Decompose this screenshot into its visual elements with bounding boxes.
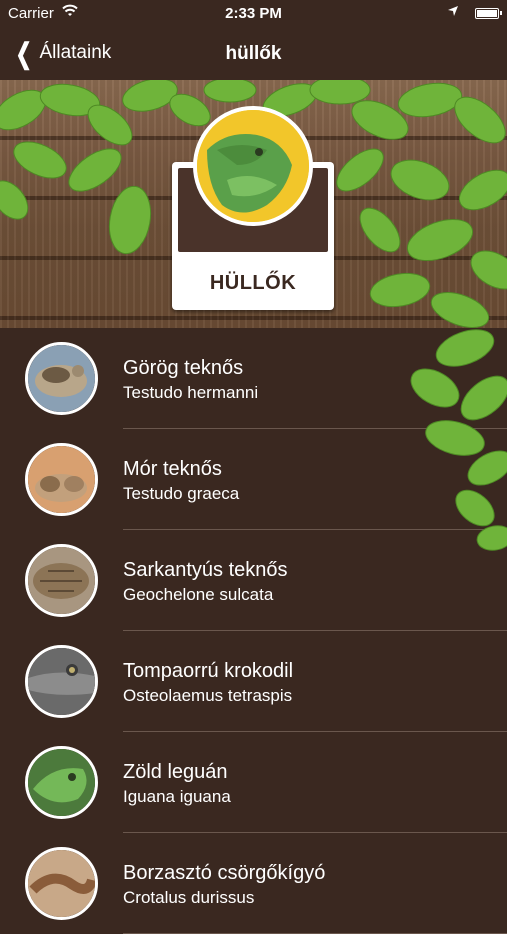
list-item[interactable]: Borzasztó csörgőkígyó Crotalus durissus — [0, 833, 507, 934]
animal-latin-name: Osteolaemus tetraspis — [123, 686, 293, 705]
page-title: hüllők — [225, 43, 282, 64]
animal-name: Görög teknős — [123, 357, 244, 379]
animal-name: Sarkantyús teknős — [123, 559, 288, 581]
animal-thumbnail — [25, 342, 98, 415]
location-icon — [447, 4, 459, 21]
iguana-photo — [193, 106, 313, 226]
list-item[interactable]: Görög teknős Testudo hermanni — [0, 328, 507, 429]
list-item[interactable]: Mór teknős Testudo graeca — [0, 429, 507, 530]
animal-name: Zöld leguán — [123, 761, 228, 783]
animal-latin-name: Crotalus durissus — [123, 888, 255, 907]
clock: 2:33 PM — [225, 5, 282, 22]
animal-name: Tompaorrú krokodil — [123, 660, 294, 682]
animal-thumbnail — [25, 443, 98, 516]
badge-title: HÜLLŐK — [209, 272, 297, 294]
animal-thumbnail — [25, 544, 98, 617]
animal-latin-name: Geochelone sulcata — [123, 585, 274, 604]
animal-list: Görög teknős Testudo hermanni Mór teknős… — [0, 328, 507, 934]
list-item[interactable]: Zöld leguán Iguana iguana — [0, 732, 507, 833]
list-item[interactable]: Sarkantyús teknős Geochelone sulcata — [0, 530, 507, 631]
animal-latin-name: Iguana iguana — [123, 787, 231, 806]
navigation-bar: ❮ Állataink hüllők — [0, 28, 507, 80]
animal-thumbnail — [25, 645, 98, 718]
animal-thumbnail — [25, 847, 98, 920]
animal-name: Mór teknős — [123, 458, 222, 480]
status-bar: Carrier 2:33 PM — [0, 0, 507, 28]
animal-latin-name: Testudo hermanni — [123, 383, 259, 402]
battery-icon — [475, 8, 502, 19]
list-item[interactable]: Tompaorrú krokodil Osteolaemus tetraspis — [0, 631, 507, 732]
animal-thumbnail — [25, 746, 98, 819]
animal-name: Borzasztó csörgőkígyó — [123, 862, 326, 884]
animal-latin-name: Testudo graeca — [123, 484, 240, 503]
